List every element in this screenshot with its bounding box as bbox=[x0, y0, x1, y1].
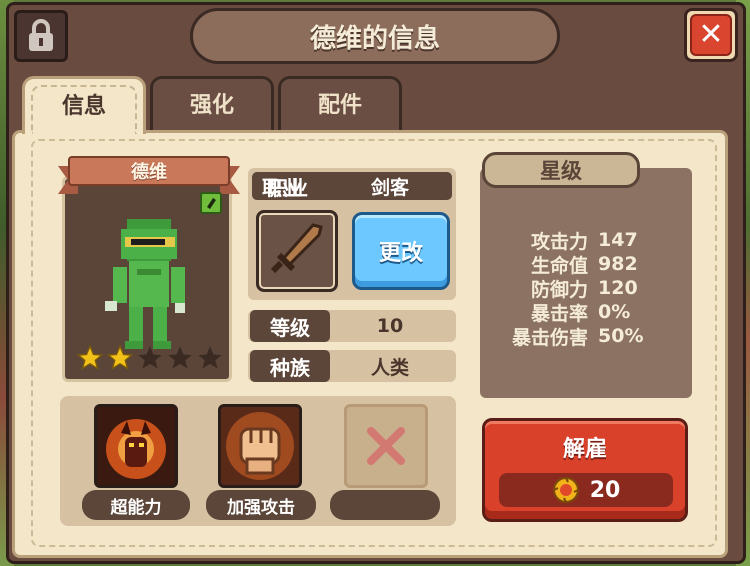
star-empty-icon bbox=[198, 346, 222, 369]
weapon-slot[interactable] bbox=[256, 210, 338, 292]
stat-name: 生命值 bbox=[530, 254, 588, 277]
change-job-button[interactable]: 更改 bbox=[352, 212, 450, 290]
lock-icon bbox=[29, 19, 53, 51]
stat-name: 攻击力 bbox=[530, 230, 588, 253]
hero-name: 德维 bbox=[68, 156, 230, 186]
stat-value: 120 bbox=[598, 277, 638, 299]
stat-row-crit-rate: 暴击率 0% bbox=[508, 300, 643, 325]
skill-slot-2[interactable] bbox=[218, 404, 302, 488]
race-label: 种族 bbox=[250, 350, 330, 382]
close-button[interactable]: ✕ bbox=[684, 8, 738, 62]
tab-info[interactable]: 信息 bbox=[22, 76, 146, 134]
sword-icon bbox=[270, 223, 323, 274]
skill-slot-3-empty[interactable] bbox=[344, 404, 428, 488]
star-filled-icon bbox=[106, 344, 134, 371]
job-label-text: 职业 bbox=[268, 175, 308, 200]
gold-coin-icon bbox=[552, 477, 579, 503]
tab-upgrade-label: 强化 bbox=[189, 92, 234, 118]
tab-parts[interactable]: 配件 bbox=[278, 76, 402, 132]
stat-value: 50% bbox=[598, 325, 644, 347]
stat-name: 暴击伤害 bbox=[511, 326, 588, 349]
stat-row-defense: 防御力 120 bbox=[508, 276, 643, 301]
dialog-title: 德维的信息 bbox=[190, 8, 560, 64]
skill-label-3 bbox=[330, 490, 440, 520]
level-value: 10 bbox=[376, 315, 404, 337]
level-label: 等级 bbox=[250, 310, 330, 342]
dismiss-label: 解雇 bbox=[562, 437, 607, 462]
stars-header: 星级 bbox=[482, 152, 640, 188]
skill-label-2: 加强攻击 bbox=[206, 490, 316, 520]
fist-icon bbox=[226, 412, 294, 480]
tab-parts-label: 配件 bbox=[317, 92, 362, 118]
skill-slot-1[interactable] bbox=[94, 404, 178, 488]
star-empty-icon bbox=[138, 346, 162, 369]
edit-name-button[interactable] bbox=[200, 192, 222, 214]
stat-value: 0% bbox=[598, 301, 631, 323]
stat-row-crit-damage: 暴击伤害 50% bbox=[508, 324, 644, 349]
demon-power-icon bbox=[106, 419, 166, 479]
dismiss-button[interactable]: 解雇 20 bbox=[482, 418, 688, 522]
hero-name-ribbon: 德维 bbox=[58, 156, 240, 194]
dismiss-cost: 20 bbox=[499, 473, 673, 507]
stat-name: 防御力 bbox=[530, 278, 588, 301]
stat-row-attack: 攻击力 147 bbox=[508, 228, 643, 253]
stat-value: 147 bbox=[598, 229, 638, 251]
stat-value: 982 bbox=[598, 253, 638, 275]
tab-upgrade[interactable]: 强化 bbox=[150, 76, 274, 132]
stats-list: 攻击力 147 生命值 982 防御力 120 暴击率 0% 暴击伤害 50% bbox=[508, 228, 644, 349]
empty-slot-x-icon bbox=[367, 427, 405, 465]
tab-info-label: 信息 bbox=[61, 93, 106, 119]
race-value: 人类 bbox=[370, 356, 409, 379]
hero-star-rating bbox=[76, 344, 224, 372]
dismiss-cost-value: 20 bbox=[589, 477, 621, 503]
lock-button[interactable] bbox=[14, 10, 68, 62]
job-value: 剑客 bbox=[370, 176, 409, 199]
close-icon: ✕ bbox=[690, 14, 732, 56]
star-empty-icon bbox=[168, 346, 192, 369]
stat-row-hp: 生命值 982 bbox=[508, 252, 643, 277]
star-filled-icon bbox=[76, 344, 104, 371]
skill-label-1: 超能力 bbox=[82, 490, 190, 520]
pencil-icon bbox=[207, 198, 216, 209]
stat-name: 暴击率 bbox=[530, 302, 588, 325]
